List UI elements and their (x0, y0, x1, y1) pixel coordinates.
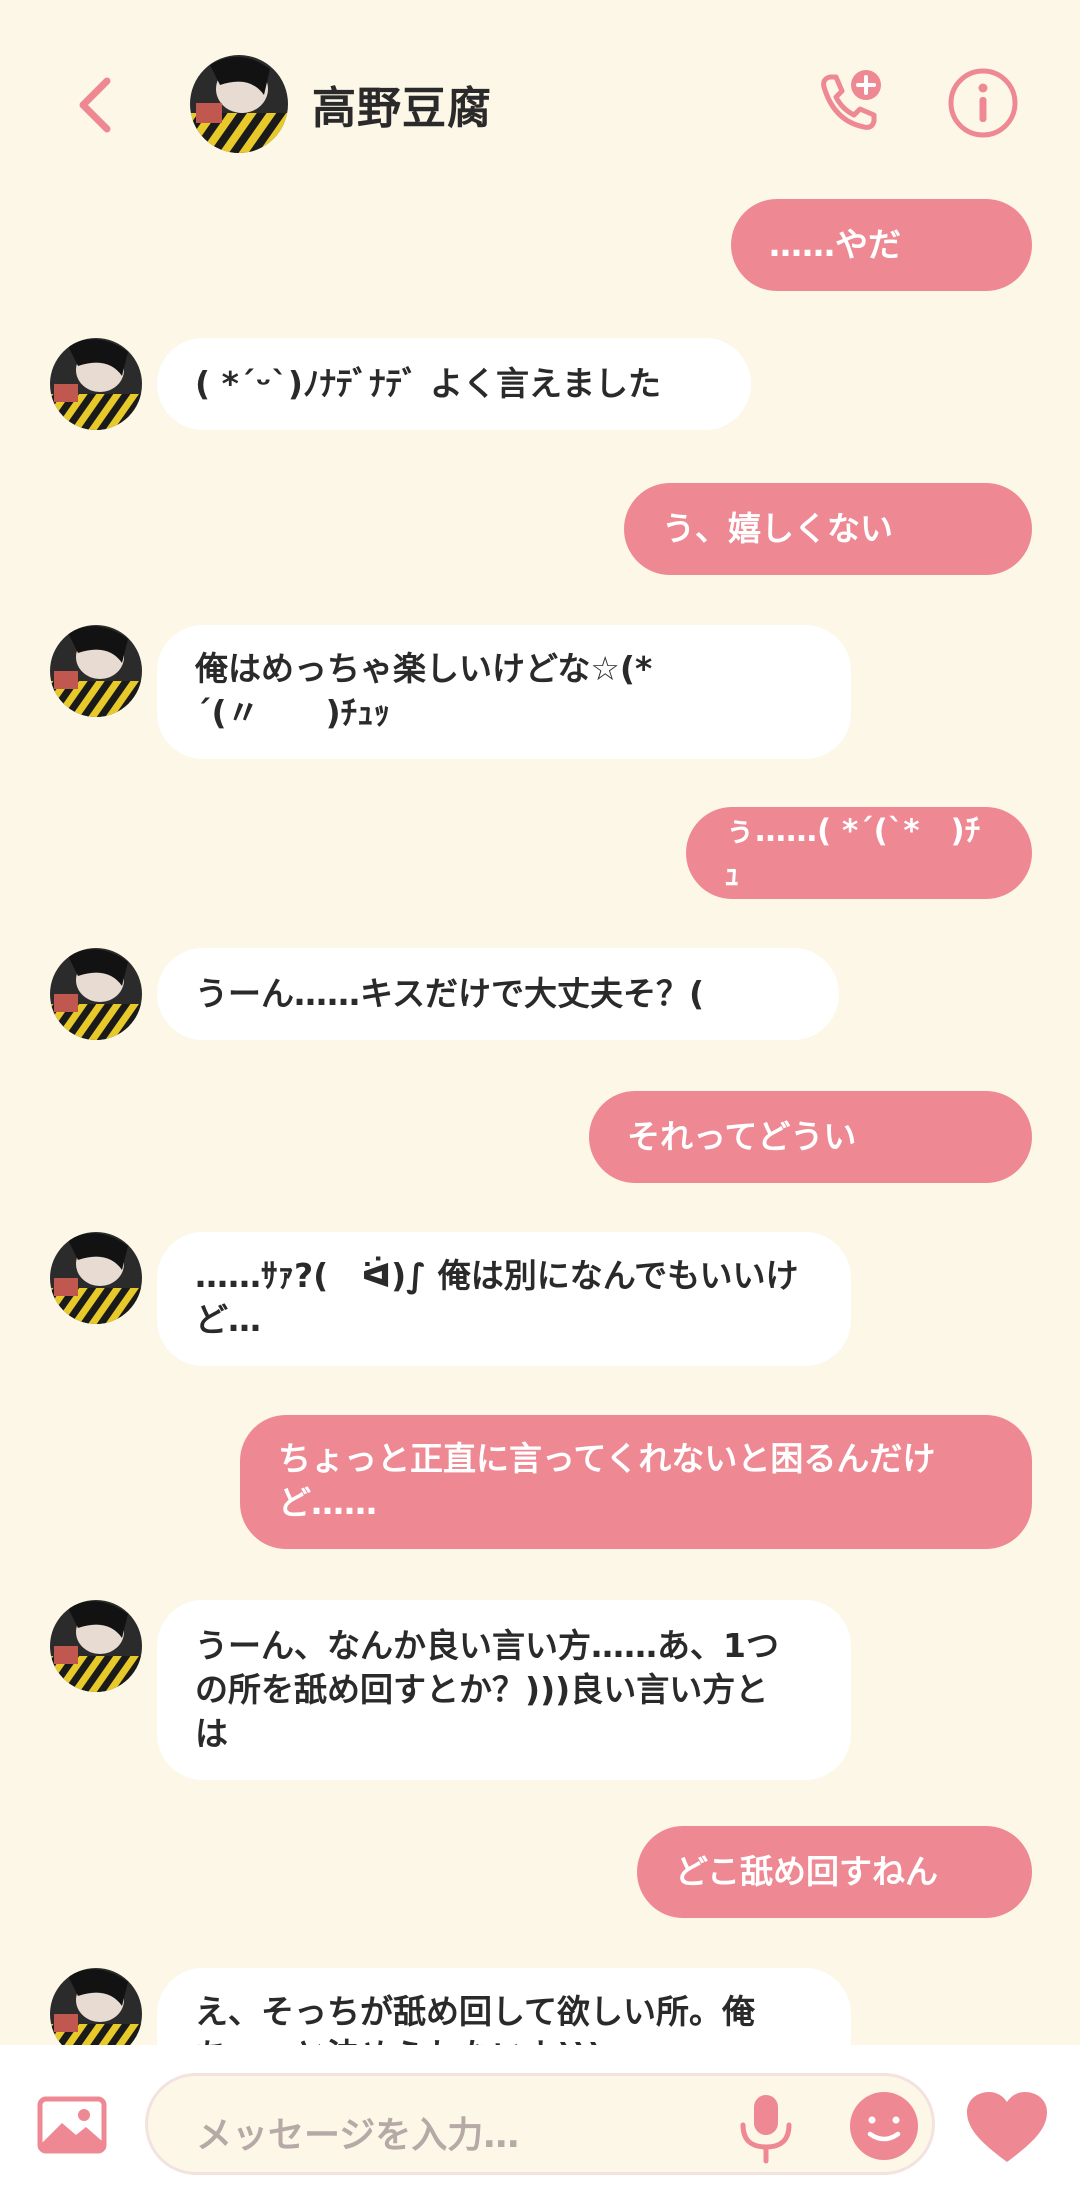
sender-avatar[interactable] (50, 1968, 142, 2045)
message-text-line: は (195, 1714, 228, 1753)
message-text: ( *´ᵕ`)ﾉﾅﾃﾞﾅﾃﾞ よく言えました (195, 364, 661, 403)
image-icon (37, 2096, 107, 2154)
message-text: うーん……キスだけで大丈夫そ？( (195, 974, 705, 1013)
message-bubble[interactable]: え、そっちが舐め回して欲しい所。俺 ちょっと決められないよ))) (157, 1968, 851, 2045)
message-bubble[interactable]: ……やだ (731, 199, 1032, 291)
sender-avatar[interactable] (50, 338, 142, 430)
back-button[interactable] (70, 70, 120, 140)
sender-avatar[interactable] (50, 1232, 142, 1324)
message-list[interactable]: ……やだ ( *´ᵕ`)ﾉﾅﾃﾞﾅﾃﾞ よく言えました う、嬉しくない 俺はめっ… (0, 195, 1080, 2045)
message-text-line: ……ｻｧ?( ᐛ)∫ 俺は別になんでもいいけ (195, 1256, 799, 1295)
message-text-line: の所を舐め回すとか？)))良い言い方と (195, 1670, 769, 1709)
heart-icon (967, 2092, 1047, 2162)
message-bubble[interactable]: それってどうい (589, 1091, 1032, 1183)
add-call-icon (821, 70, 881, 130)
message-input-placeholder: メッセージを入力… (196, 2115, 520, 2156)
sender-avatar[interactable] (50, 1600, 142, 1692)
attach-image-button[interactable] (36, 2095, 108, 2155)
message-bubble[interactable]: どこ舐め回すねん (637, 1826, 1032, 1918)
message-bubble[interactable]: うーん……キスだけで大丈夫そ？( (157, 948, 839, 1040)
message-text: ぅ……( *´(`* )ﾁｭ (724, 813, 981, 893)
message-bubble[interactable]: ちょっと正直に言ってくれないと困るんだけ ど…… (240, 1415, 1032, 1549)
message-text: ……やだ (769, 225, 901, 264)
voice-input-button[interactable] (731, 2091, 801, 2165)
message-bubble[interactable]: ( *´ᵕ`)ﾉﾅﾃﾞﾅﾃﾞ よく言えました (157, 338, 751, 430)
smile-icon (850, 2092, 918, 2160)
message-text: う、嬉しくない (662, 509, 893, 548)
info-button[interactable] (945, 65, 1021, 141)
message-text-line: ´(〃 )ﾁｭｯ (195, 693, 391, 732)
message-text-line: うーん、なんか良い言い方……あ、1つ (195, 1626, 779, 1665)
mic-icon (740, 2095, 792, 2164)
contact-avatar[interactable] (190, 55, 288, 153)
message-text-line: ちょっと正直に言ってくれないと困るんだけ (278, 1439, 936, 1478)
like-button[interactable] (965, 2090, 1049, 2166)
message-text-line: え、そっちが舐め回して欲しい所。俺 (195, 1992, 756, 2031)
message-bubble[interactable]: う、嬉しくない (624, 483, 1032, 575)
contact-name: 高野豆腐 (312, 83, 492, 134)
message-bubble[interactable]: 俺はめっちゃ楽しいけどな☆(* ´(〃 )ﾁｭｯ (157, 625, 851, 759)
message-bubble[interactable]: うーん、なんか良い言い方……あ、1つ の所を舐め回すとか？)))良い言い方と は (157, 1600, 851, 1780)
message-bubble[interactable]: ……ｻｧ?( ᐛ)∫ 俺は別になんでもいいけ ど… (157, 1232, 851, 1366)
info-icon (948, 68, 1018, 138)
message-text-line: ど…… (278, 1483, 377, 1522)
sender-avatar[interactable] (50, 948, 142, 1040)
composer-bar: メッセージを入力… (0, 2045, 1080, 2197)
add-call-button[interactable] (810, 65, 886, 141)
chevron-left-icon (79, 77, 111, 133)
message-input[interactable]: メッセージを入力… (145, 2073, 935, 2175)
message-text-line: 俺はめっちゃ楽しいけどな☆(* (195, 649, 653, 688)
message-text-line: ど… (195, 1300, 261, 1339)
message-bubble[interactable]: ぅ……( *´(`* )ﾁｭ (686, 807, 1032, 899)
message-text: どこ舐め回すねん (675, 1852, 939, 1891)
message-text: それってどうい (627, 1117, 857, 1156)
emoji-button[interactable] (848, 2090, 920, 2162)
chat-header: 高野豆腐 (0, 0, 1080, 200)
sender-avatar[interactable] (50, 625, 142, 717)
message-text-line: ちょっと決められないよ))) (195, 2034, 813, 2045)
